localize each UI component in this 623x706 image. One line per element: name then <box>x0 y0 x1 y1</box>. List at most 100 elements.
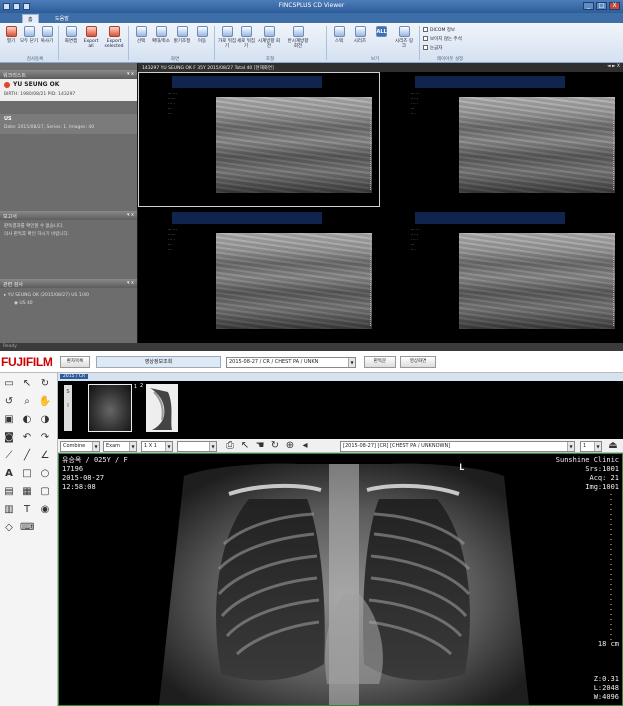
related-study-item[interactable]: ▸ YU SEUNG OK (2015/08/27) US 1/40 <box>4 293 89 298</box>
study-select[interactable]: 2015-08-27 / CR / CHEST PA / UNKN ▼ <box>226 357 356 368</box>
us-viewport[interactable]: 143297 YU SEUNG OK F 35Y 2015/08/27 Tota… <box>138 63 623 343</box>
all-button[interactable]: ALL <box>372 26 390 39</box>
prev-page-icon[interactable]: ◄ <box>607 64 610 69</box>
panel-pin-icon[interactable]: ▾ x <box>127 212 134 218</box>
capture-button[interactable]: 화면캡 <box>62 26 80 44</box>
us-image-params: ··· ·· · ·· ··· · ·· · ··· ·· · <box>411 92 420 116</box>
ellipse-icon[interactable]: ○ <box>38 467 52 480</box>
dicom-info-checkbox[interactable]: DICOM 정보 <box>423 27 455 33</box>
strip-scroll[interactable]: SI <box>64 385 72 431</box>
us-image-cell[interactable]: ··· ·· · ·· ··· · ·· · ··· ·· · <box>138 208 380 343</box>
stack-button[interactable]: 스택 <box>330 26 348 44</box>
rotate-cw-button[interactable]: 시계방향 회전 <box>257 26 281 49</box>
ruler-icon[interactable]: ⟋ <box>2 449 16 462</box>
select-button[interactable]: 선택 <box>132 26 150 44</box>
patient-list-button[interactable]: 환자목록 <box>60 356 90 368</box>
pan-button[interactable]: 이동 <box>193 26 211 44</box>
reset-icon[interactable]: ↺ <box>2 395 16 408</box>
left-panel: 워크리스트 ▾ x YU SEUNG OK BIRTH: 1980/08/21 P… <box>0 63 137 343</box>
thumbnail-chest-pa[interactable]: 1 <box>88 384 137 432</box>
us-image-cell[interactable]: ··· ·· · ·· ··· · ·· · ··· ·· · <box>381 72 623 207</box>
open-button[interactable]: 열기 <box>2 26 20 44</box>
zoom-icon[interactable]: ⌕ <box>20 395 34 408</box>
diamond-icon[interactable]: ◇ <box>2 521 16 534</box>
brightness-button[interactable]: 밝기조절 <box>172 26 192 44</box>
study-info: Date: 2015/08/27, Series: 1, Images: 40 <box>4 125 95 130</box>
display-mode-select[interactable]: Combine ▼ <box>60 441 100 452</box>
worklist-selected-row[interactable]: YU SEUNG OK BIRTH: 1980/08/21 PID: 14329… <box>0 79 137 101</box>
report-button[interactable]: 판독문 <box>364 356 396 368</box>
us-image-cell[interactable]: ··· ·· · ·· ··· · ·· · ··· ·· · <box>138 72 380 207</box>
hand-icon <box>196 26 208 37</box>
copy-button[interactable]: 복사기 <box>38 26 56 44</box>
ruler-checkbox[interactable]: 눈금자 <box>423 45 442 51</box>
tab-home[interactable]: 홈 <box>22 14 39 23</box>
maximize-button[interactable]: □ <box>596 2 607 10</box>
invert-icon[interactable]: ◑ <box>38 413 52 426</box>
page-select[interactable]: 1 ▼ <box>580 441 602 452</box>
magnifier-icon <box>155 26 167 37</box>
flip-vertical-button[interactable]: 세로 뒤집기 <box>237 26 255 49</box>
series-link-button[interactable]: 시리즈 링크 <box>393 26 415 49</box>
line-icon[interactable]: ╱ <box>20 449 34 462</box>
zoom-in-icon[interactable]: ⊕ <box>283 439 297 452</box>
close-viewport-icon[interactable]: X <box>617 64 620 69</box>
close-button[interactable]: X <box>609 2 620 10</box>
save-icon[interactable]: ▥ <box>2 503 16 516</box>
checkbox-icon <box>423 45 428 50</box>
study-tab[interactable]: 2015 / CR <box>60 374 89 379</box>
window-icon[interactable]: ▢ <box>38 485 52 498</box>
empty-select[interactable]: ▼ <box>177 441 217 452</box>
rectangle-icon[interactable]: □ <box>20 467 34 480</box>
eye-icon[interactable]: ◉ <box>38 503 52 516</box>
prev-icon[interactable]: ◂ <box>298 439 312 452</box>
hide-annotation-checkbox[interactable]: 보이지 않는 주석 <box>423 36 462 42</box>
close-all-button[interactable]: 모두 닫기 <box>20 26 38 44</box>
histogram-icon[interactable]: ▤ <box>2 485 16 498</box>
chevron-down-icon: ▼ <box>129 442 136 451</box>
text-tool-icon[interactable]: T <box>20 503 34 516</box>
contrast-icon[interactable]: ◐ <box>20 413 34 426</box>
camera-icon <box>65 26 77 37</box>
layout-select[interactable]: 1 X 1 ▼ <box>141 441 173 452</box>
xray-viewport[interactable]: 유승옥 / 025Y / F 17196 2015-08-27 12:58:08… <box>58 453 623 706</box>
rotate-right-icon[interactable]: ↷ <box>38 431 52 444</box>
panel-pin-icon[interactable]: ▾ x <box>127 280 134 286</box>
related-series-item[interactable]: ◉ US 40 <box>14 301 33 306</box>
zoom-button[interactable]: 확대/축소 <box>151 26 171 44</box>
rotate-icon[interactable]: ↻ <box>268 439 282 452</box>
rotate-ccw-button[interactable]: 반시계방향 회전 <box>285 26 311 49</box>
pan-hand-icon[interactable]: ✋ <box>38 395 52 408</box>
tab-help[interactable]: 도움말 <box>50 14 74 23</box>
export-all-button[interactable]: Export all <box>82 26 100 49</box>
pointer-icon[interactable]: ↖ <box>20 377 34 390</box>
hand-icon[interactable]: ☚ <box>253 439 267 452</box>
minimize-button[interactable]: _ <box>583 2 594 10</box>
pointer-icon[interactable]: ↖ <box>238 439 252 452</box>
text-icon[interactable]: A <box>2 467 16 480</box>
rotate-icon[interactable]: ↻ <box>38 377 52 390</box>
flip-horizontal-button[interactable]: 가로 뒤집기 <box>218 26 236 49</box>
series-button[interactable]: 시리즈 <box>351 26 369 44</box>
all-icon: ALL <box>375 26 387 37</box>
series-select[interactable]: [2015-08-27] [CR] [CHEST PA / UNKNOWN] ▼ <box>340 441 575 452</box>
grid-icon[interactable]: ▦ <box>20 485 34 498</box>
study-row[interactable]: US Date: 2015/08/27, Series: 1, Images: … <box>0 114 137 134</box>
keyboard-icon[interactable]: ⌨ <box>20 521 34 534</box>
next-page-icon[interactable]: ► <box>612 64 615 69</box>
export-selected-button[interactable]: Export selected <box>103 26 125 49</box>
thumbnail-chest-lateral[interactable]: 2 <box>140 383 178 432</box>
us-depth-scale <box>613 100 617 190</box>
report-header: 보고서 ▾ x <box>0 211 137 220</box>
rotate-left-icon[interactable]: ↶ <box>20 431 34 444</box>
image-view-button[interactable]: 영상화면 <box>400 356 436 368</box>
window-level-icon[interactable]: ▣ <box>2 413 16 426</box>
monitor-icon[interactable]: ▭ <box>2 377 16 390</box>
panel-pin-icon[interactable]: ▾ x <box>127 71 134 77</box>
us-image-cell[interactable]: ··· ·· · ·· ··· · ·· · ··· ·· · <box>381 208 623 343</box>
magnify-glass-icon[interactable]: ◙ <box>2 431 16 444</box>
close-series-icon[interactable]: ⏏ <box>606 439 620 452</box>
print-icon[interactable]: ⎙ <box>223 439 237 452</box>
angle-icon[interactable]: ∠ <box>38 449 52 462</box>
exam-select[interactable]: Exam ▼ <box>103 441 137 452</box>
